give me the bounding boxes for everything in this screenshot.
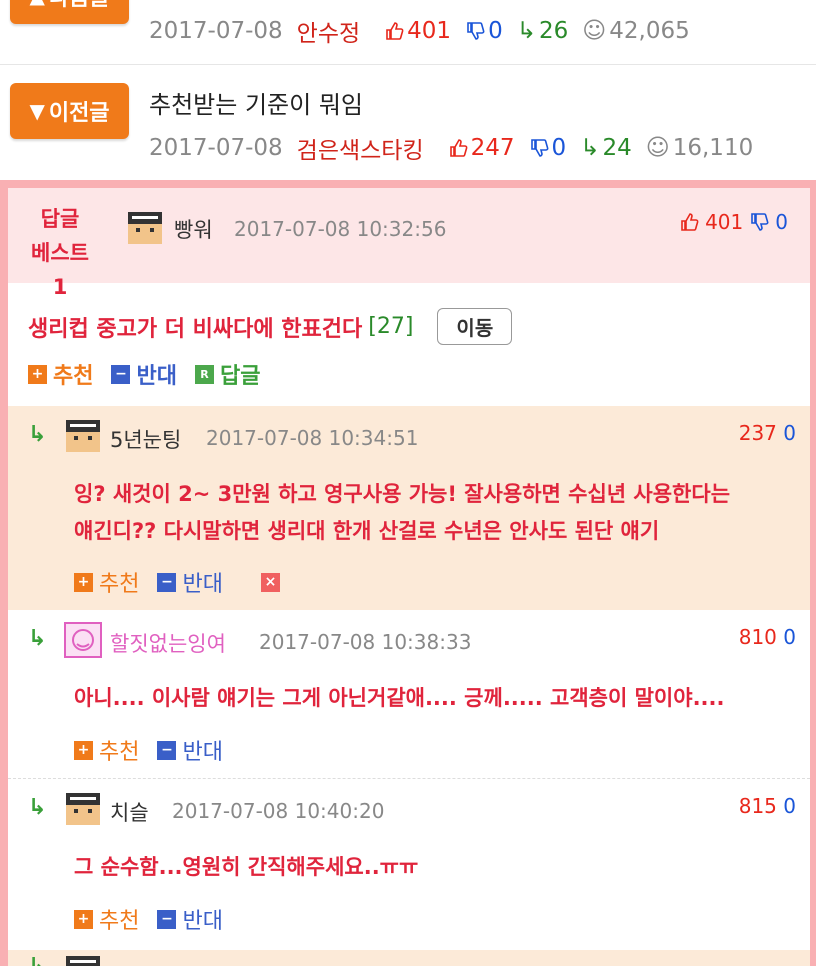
best-comment-stats: 401 0 (679, 210, 788, 234)
prev-post-title[interactable]: 추천받는 기준이 뭐임 (149, 85, 363, 120)
minus-icon: − (111, 364, 131, 384)
minus-icon: − (157, 909, 177, 929)
recommend-button[interactable]: + 추천 (74, 734, 139, 766)
reply-text: 아니.... 이사람 얘기는 그게 아닌거같애.... 긍께..... 고객층이… (74, 686, 725, 710)
minus-icon: − (157, 740, 177, 760)
reply-arrow-icon: ↳ (516, 18, 536, 44)
move-button[interactable]: 이동 (437, 308, 513, 345)
best-comment-header: 답글 베스트1 빵워 2017-07-08 10:32:56 401 0 (8, 188, 810, 299)
best-comment-text[interactable]: 생리컵 중고가 더 비싸다에 한표건다 (28, 311, 362, 343)
next-post-dislikes: 0 (465, 18, 503, 44)
reply-item: ↳ 치슬 2017-07-08 10:40:20 815 0 그 순수함...영… (8, 779, 810, 949)
reply-item: ↳ 할짓없는잉여 2017-07-08 10:38:33 810 0 아니...… (8, 610, 810, 778)
plus-icon: + (74, 909, 93, 929)
reply-button[interactable]: R 답글 (194, 358, 260, 390)
up-triangle-icon: ▲ (29, 0, 44, 8)
thumbs-up-icon (449, 139, 468, 157)
reply-likes: 237 (738, 421, 777, 445)
reply-likes: 815 (738, 794, 777, 818)
prev-post-author[interactable]: 검은색스타킹 (297, 131, 424, 165)
thumbs-up-icon (386, 22, 404, 40)
oppose-button[interactable]: − 반대 (157, 903, 223, 935)
reply-text: 그 순수함...영원히 간직해주세요..ㅠㅠ (74, 855, 419, 879)
best-comment-reply-count: [27] (368, 314, 414, 339)
reply-actions: + 추천 − 반대 × (74, 566, 280, 598)
reply-arrow-icon: ↳ (28, 795, 47, 820)
next-post-views: ☺ 42,065 (582, 18, 690, 44)
reply-nickname[interactable]: 치슬 (110, 797, 149, 827)
reply-actions: + 추천 − 반대 (74, 903, 223, 935)
next-post-date: 2017-07-08 (149, 18, 283, 44)
prev-post-button[interactable]: ▼ 이전글 (10, 83, 129, 139)
reply-arrow-icon: ↳ (28, 954, 46, 966)
best-comment-actions: + 추천 − 반대 R 답글 (28, 358, 260, 390)
reply-time: 2017-07-08 10:34:51 (206, 426, 419, 450)
avatar[interactable] (126, 210, 164, 246)
thumbs-down-icon (530, 139, 549, 157)
next-post-replies: ↳ 26 (516, 18, 569, 44)
reply-arrow-icon: ↳ (580, 135, 600, 161)
reply-item: ↳ (8, 950, 810, 966)
plus-icon: + (74, 572, 93, 592)
best-badge: 답글 베스트1 (31, 207, 89, 299)
reply-dislikes: 0 (783, 794, 796, 818)
delete-button[interactable]: × (260, 572, 280, 592)
next-post-row[interactable]: ▲ 다음글 2017-07-08 안수정 401 0 ↳ 26 ☺ 42,065 (0, 0, 816, 64)
next-post-button[interactable]: ▲ 다음글 (10, 0, 129, 24)
close-icon: × (260, 572, 280, 592)
best-comment-likes: 401 (705, 210, 744, 234)
reply-likes: 810 (738, 625, 777, 649)
reply-item: ↳ 5년눈팅 2017-07-08 10:34:51 237 0 잉? 새것이 … (8, 406, 810, 610)
plus-icon: + (28, 364, 47, 384)
reply-arrow-icon: ↳ (28, 626, 47, 651)
plus-icon: + (74, 740, 93, 760)
next-post-likes: 401 (384, 18, 451, 44)
reply-nickname[interactable]: 할짓없는잉여 (110, 628, 226, 658)
reply-stats: 237 0 (739, 421, 796, 445)
thumbs-down-icon (467, 22, 485, 40)
prev-post-row[interactable]: ▼ 이전글 추천받는 기준이 뭐임 2017-07-08 검은색스타킹 247 … (0, 65, 816, 179)
reply-time: 2017-07-08 10:40:20 (172, 799, 385, 823)
prev-post-date: 2017-07-08 (149, 135, 283, 161)
avatar[interactable] (64, 418, 102, 454)
recommend-button[interactable]: + 추천 (74, 903, 139, 935)
thumbs-down-icon (751, 213, 769, 231)
recommend-button[interactable]: + 추천 (74, 566, 139, 598)
minus-icon: − (157, 572, 177, 592)
best-comment-section: 답글 베스트1 빵워 2017-07-08 10:32:56 401 0 생리컵… (0, 180, 816, 966)
reply-nickname[interactable]: 5년눈팅 (110, 424, 181, 454)
avatar[interactable] (64, 791, 102, 827)
reply-time: 2017-07-08 10:38:33 (259, 630, 472, 654)
best-comment-nickname[interactable]: 빵워 (174, 214, 213, 244)
best-comment-time: 2017-07-08 10:32:56 (234, 217, 447, 241)
prev-post-views: ☺ 16,110 (645, 135, 754, 161)
prev-post-replies: ↳ 24 (580, 135, 632, 161)
prev-post-likes: 247 (448, 135, 515, 161)
reply-stats: 810 0 (739, 625, 796, 649)
best-comment-body: 생리컵 중고가 더 비싸다에 한표건다 [27] 이동 (28, 308, 513, 345)
next-post-author[interactable]: 안수정 (297, 14, 360, 48)
next-post-meta: 2017-07-08 안수정 401 0 ↳ 26 ☺ 42,065 (149, 14, 704, 48)
prev-post-meta: 2017-07-08 검은색스타킹 247 0 ↳ 24 ☺ 16,110 (149, 131, 767, 165)
reply-dislikes: 0 (783, 625, 796, 649)
reply-arrow-icon: ↳ (28, 422, 47, 447)
reply-dislikes: 0 (783, 421, 796, 445)
avatar[interactable] (64, 954, 102, 966)
reply-stats: 815 0 (739, 794, 796, 818)
best-comment-dislikes: 0 (775, 210, 788, 234)
best-comment-box: 답글 베스트1 빵워 2017-07-08 10:32:56 401 0 생리컵… (8, 188, 810, 966)
eye-icon: ☺ (582, 18, 607, 44)
recommend-button[interactable]: + 추천 (28, 358, 93, 390)
reply-text: 잉? 새것이 2~ 3만원 하고 영구사용 가능! 잘사용하면 수십년 사용한다… (74, 482, 731, 543)
down-triangle-icon: ▼ (29, 99, 45, 123)
eye-icon: ☺ (645, 135, 670, 161)
oppose-button[interactable]: − 반대 (157, 734, 223, 766)
oppose-button[interactable]: − 반대 (111, 358, 177, 390)
avatar[interactable] (64, 622, 102, 658)
oppose-button[interactable]: − 반대 (157, 566, 223, 598)
thumbs-up-icon (681, 213, 699, 231)
prev-post-dislikes: 0 (529, 135, 566, 161)
reply-actions: + 추천 − 반대 (74, 734, 223, 766)
reply-r-icon: R (194, 364, 214, 384)
